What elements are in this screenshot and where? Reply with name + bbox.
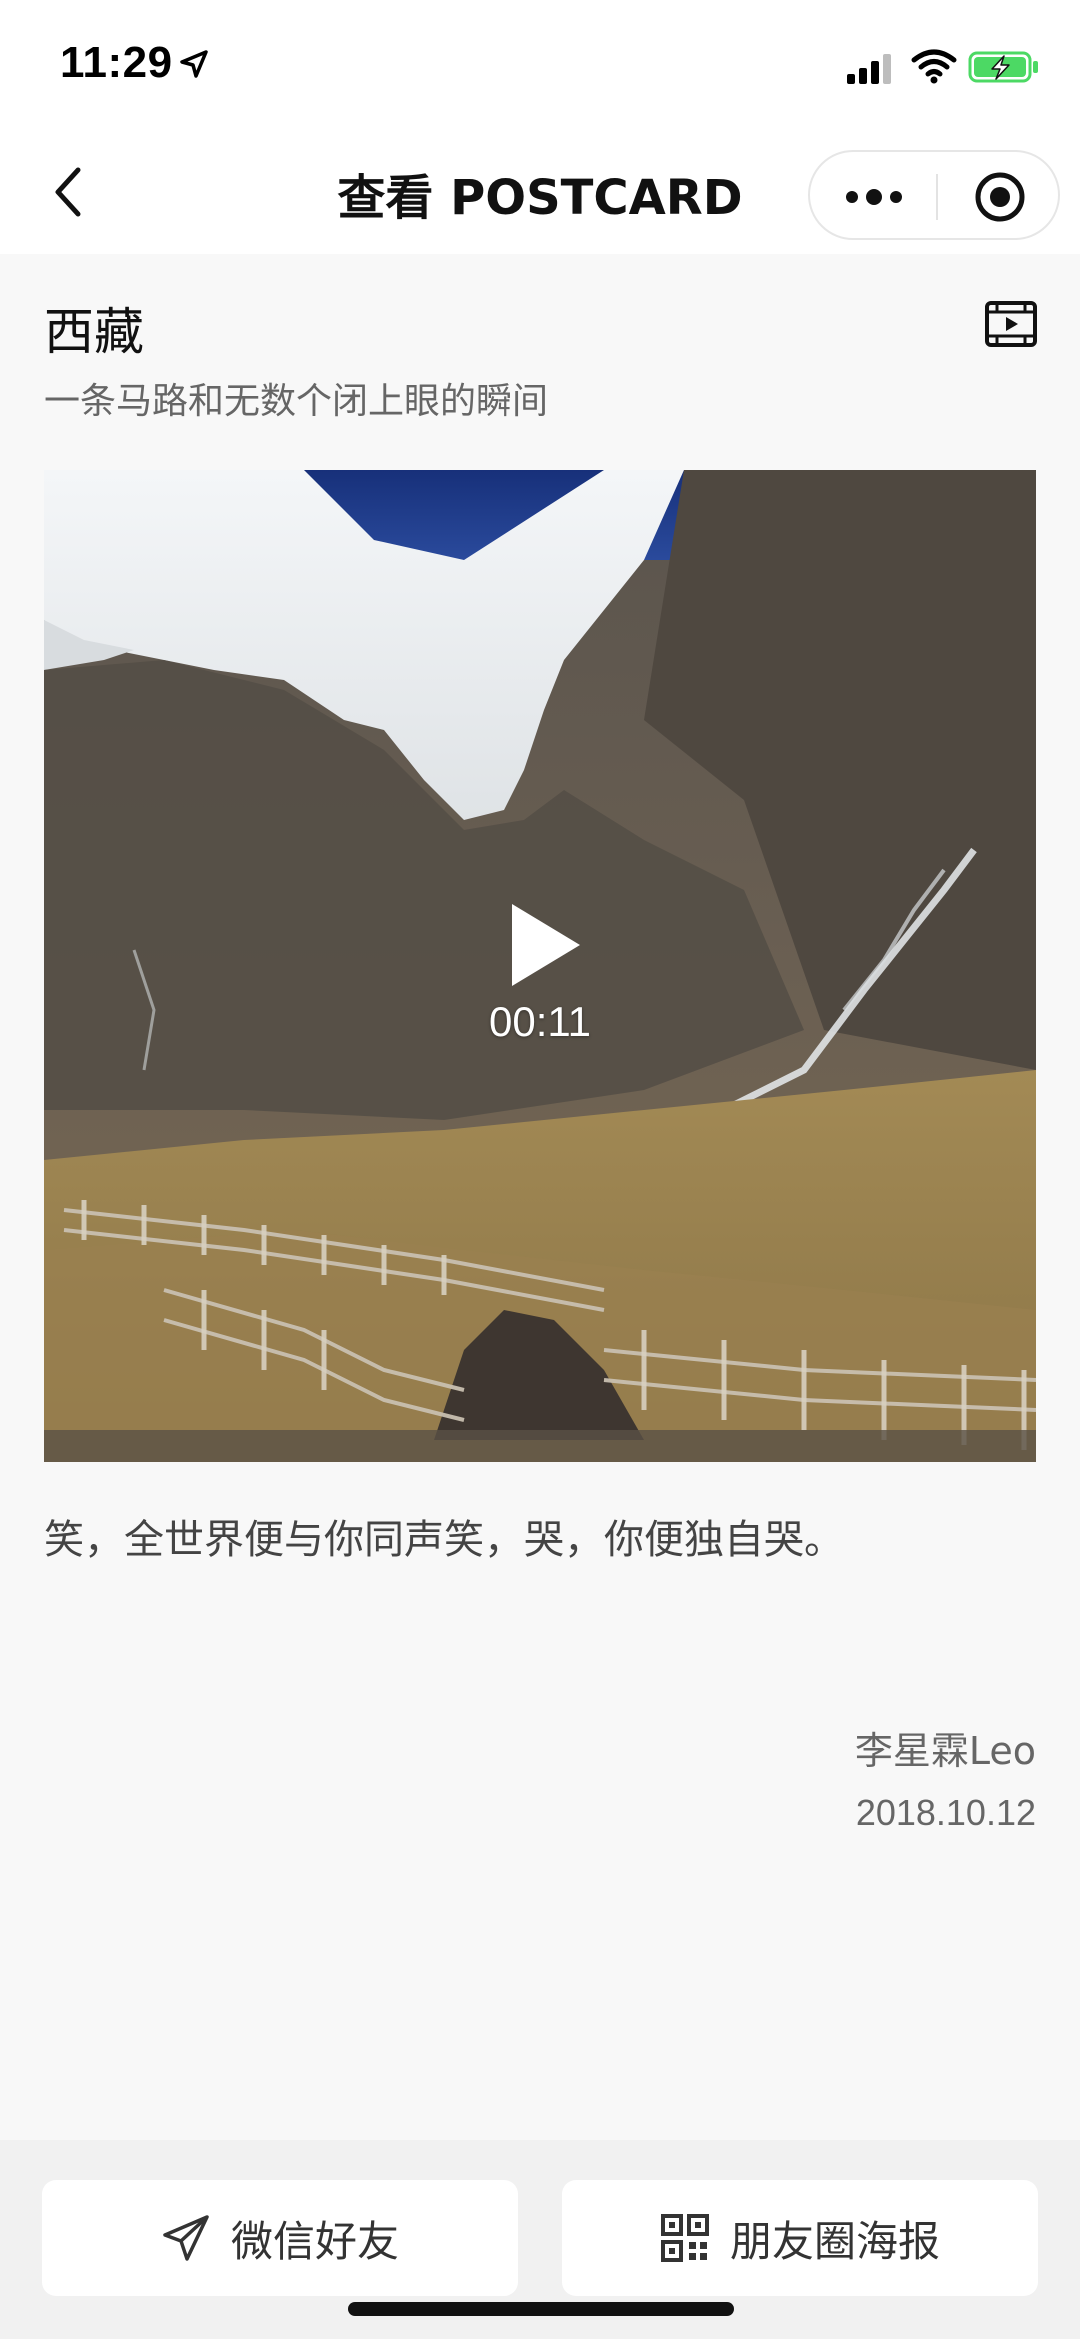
post-body: 笑，全世界便与你同声笑，哭，你便独自哭。 [44,1517,844,1563]
send-paper-plane-icon [161,2213,211,2263]
cellular-signal-icon [847,54,891,84]
home-indicator [348,2302,734,2316]
status-time: 11:29 [60,38,173,87]
more-button[interactable] [834,170,914,224]
moments-poster-label: 朋友圈海报 [729,2216,940,2266]
film-icon[interactable] [984,300,1038,348]
qr-code-icon [660,2213,710,2263]
post-author: 李星霖Leo [854,1729,1036,1773]
status-bar: 11:29 [0,0,1080,130]
close-miniprogram-button[interactable] [960,168,1040,226]
share-wechat-friend-button[interactable]: 微信好友 [42,2180,518,2296]
video-duration: 00:11 [489,998,591,1045]
battery-charging-icon [968,51,1038,83]
play-icon[interactable] [506,900,586,990]
more-dots-icon [846,189,902,205]
nav-bar: 查看 POSTCARD [0,130,1080,254]
post-title: 西藏 [44,303,144,361]
video-player[interactable]: 00:11 [44,470,1036,1462]
capsule-divider [936,174,938,220]
location-arrow-icon [180,50,208,78]
post-subtitle: 一条马路和无数个闭上眼的瞬间 [44,381,549,422]
miniprogram-capsule [808,150,1060,240]
target-close-icon [975,172,1025,222]
share-wechat-friend-label: 微信好友 [230,2216,399,2266]
moments-poster-button[interactable]: 朋友圈海报 [562,2180,1038,2296]
wifi-icon [911,49,957,84]
post-date: 2018.10.12 [855,1792,1036,1833]
